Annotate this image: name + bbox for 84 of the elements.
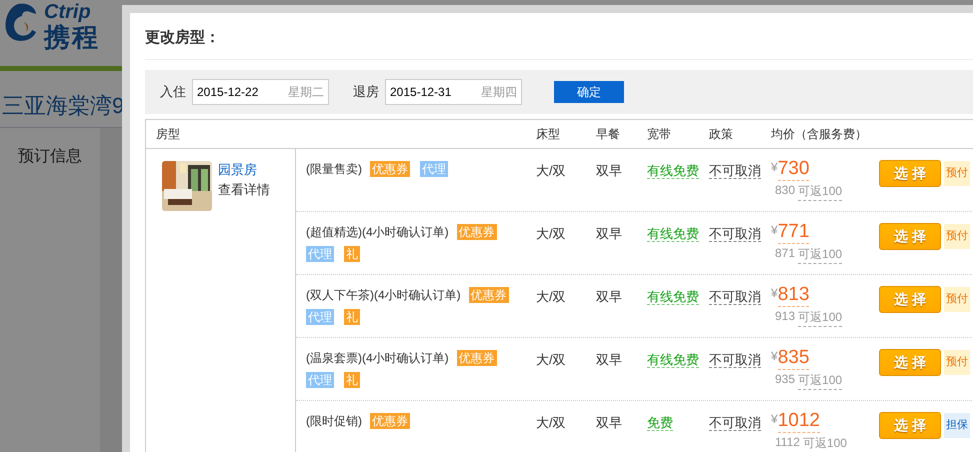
date-field[interactable]: 2015-12-22 星期二: [192, 79, 329, 105]
currency-sign: ¥: [771, 412, 778, 426]
tag: 礼: [344, 309, 360, 325]
cashback[interactable]: 可返100: [802, 435, 847, 452]
tag: 代理: [306, 309, 334, 325]
breakfast: 双早: [596, 351, 623, 369]
cashback[interactable]: 可返100: [798, 372, 842, 390]
price: 813: [778, 284, 810, 307]
original-price: 935: [775, 372, 796, 388]
breakfast: 双早: [596, 225, 623, 243]
room-name-link[interactable]: 园景房: [218, 161, 270, 179]
cancel-policy[interactable]: 不可取消: [709, 289, 761, 305]
price: 771: [778, 221, 810, 244]
payment-badge: 预付: [944, 161, 970, 186]
modal-title: 更改房型：: [145, 13, 973, 60]
rate-plan: (限量售卖): [306, 162, 362, 176]
select-button[interactable]: 选 择: [879, 286, 941, 313]
currency-sign: ¥: [771, 349, 778, 363]
cancel-policy[interactable]: 不可取消: [709, 226, 761, 242]
original-price: 830: [775, 183, 796, 199]
date-field[interactable]: 2015-12-31 星期四: [385, 79, 522, 105]
column-header: 床型: [536, 126, 561, 142]
tag: 优惠券: [456, 224, 497, 240]
tag: 代理: [306, 246, 334, 262]
tag: 优惠券: [370, 413, 410, 429]
broadband[interactable]: 有线免费: [647, 163, 699, 179]
tag: 礼: [344, 372, 360, 388]
broadband[interactable]: 有线免费: [647, 289, 699, 305]
broadband[interactable]: 免费: [647, 415, 673, 431]
tag: 优惠券: [468, 287, 509, 303]
cashback[interactable]: 可返100: [798, 309, 842, 327]
rate-plan: (双人下午茶)(4小时确认订单): [306, 288, 461, 302]
nav-item[interactable]: 预订信息: [0, 128, 100, 452]
column-header: 房型: [155, 126, 181, 142]
payment-badge: 预付: [944, 350, 970, 375]
payment-badge: 预付: [944, 287, 970, 312]
price: 835: [778, 347, 810, 370]
details-link[interactable]: 查看详情: [218, 181, 270, 199]
original-price: 1112: [775, 435, 800, 451]
column-header: 早餐: [596, 126, 621, 142]
bed-type: 大/双: [536, 288, 567, 306]
original-price: 871: [775, 246, 796, 262]
currency-sign: ¥: [771, 223, 778, 237]
price: 1012: [778, 410, 820, 433]
column-header: 均价（含服务费）: [771, 126, 868, 142]
select-button[interactable]: 选 择: [879, 160, 941, 187]
date-label: 退房: [353, 83, 379, 101]
cashback[interactable]: 可返100: [798, 246, 842, 264]
bed-type: 大/双: [536, 414, 567, 432]
breakfast: 双早: [596, 288, 623, 306]
rate-plan: (限时促销): [306, 414, 362, 428]
cancel-policy[interactable]: 不可取消: [709, 163, 761, 179]
date-label: 入住: [160, 83, 186, 101]
broadband[interactable]: 有线免费: [647, 352, 699, 368]
tag: 代理: [420, 161, 448, 177]
column-header: 政策: [709, 126, 734, 142]
column-header: 宽带: [647, 126, 672, 142]
confirm-button[interactable]: 确定: [554, 81, 624, 103]
breakfast: 双早: [596, 414, 623, 432]
cancel-policy[interactable]: 不可取消: [709, 415, 761, 431]
select-button[interactable]: 选 择: [879, 223, 941, 250]
tag: 代理: [306, 372, 334, 388]
cancel-policy[interactable]: 不可取消: [709, 352, 761, 368]
select-button[interactable]: 选 择: [879, 412, 941, 439]
bed-type: 大/双: [536, 162, 567, 180]
bed-type: 大/双: [536, 351, 567, 369]
currency-sign: ¥: [771, 160, 778, 174]
select-button[interactable]: 选 择: [879, 349, 941, 376]
logo-text: Ctrip: [44, 1, 92, 23]
bed-type: 大/双: [536, 225, 567, 243]
payment-badge: 预付: [944, 224, 970, 249]
rate-plan: (超值精选)(4小时确认订单): [306, 225, 449, 239]
price: 730: [778, 158, 810, 181]
broadband[interactable]: 有线免费: [647, 226, 699, 242]
original-price: 913: [775, 309, 796, 325]
tag: 优惠券: [370, 161, 410, 177]
rate-plan: (温泉套票)(4小时确认订单): [306, 351, 449, 365]
cashback[interactable]: 可返100: [798, 183, 842, 201]
tag: 优惠券: [456, 350, 497, 366]
breakfast: 双早: [596, 162, 623, 180]
currency-sign: ¥: [771, 286, 778, 300]
tag: 礼: [344, 246, 360, 262]
logo-text: 携程: [44, 23, 100, 51]
payment-badge: 担保: [944, 413, 970, 438]
